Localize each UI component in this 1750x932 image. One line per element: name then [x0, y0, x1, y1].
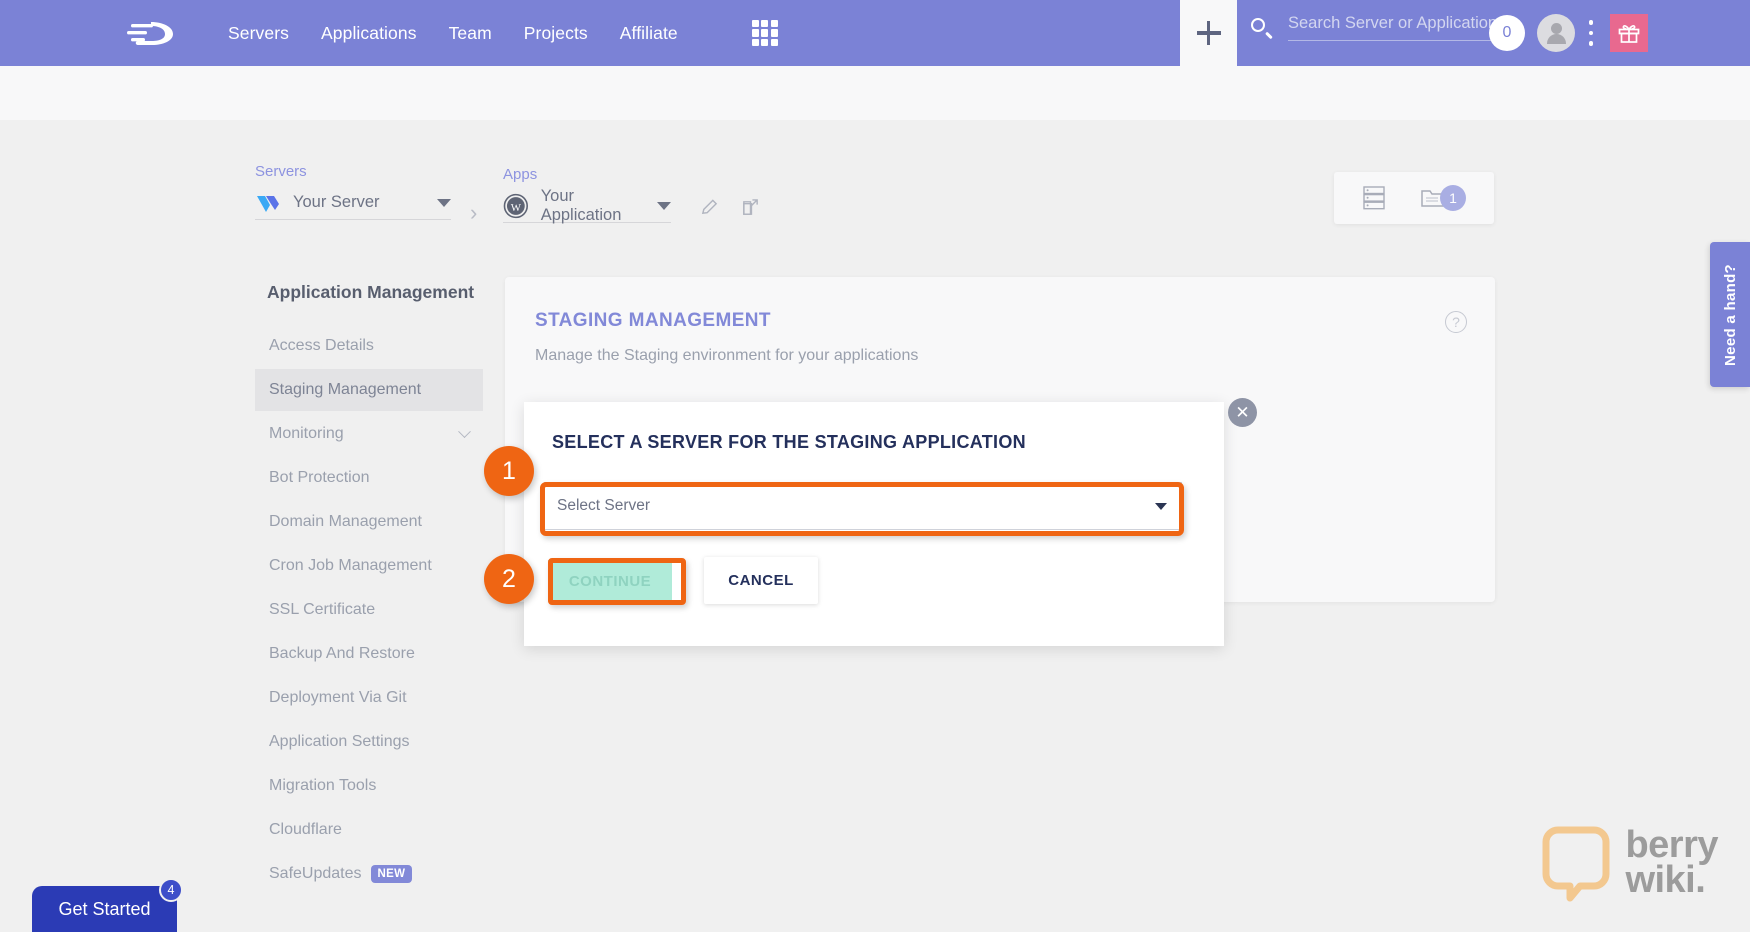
sidebar-item-domain-management[interactable]: Domain Management — [255, 501, 483, 543]
breadcrumb-actions — [700, 198, 760, 217]
gift-glyph-icon — [1618, 24, 1640, 43]
svg-text:W: W — [511, 201, 522, 213]
sidebar-item-cron-job-management[interactable]: Cron Job Management — [255, 545, 483, 587]
server-list-icon[interactable] — [1362, 185, 1386, 211]
sidebar-item-label: Migration Tools — [269, 777, 377, 794]
sidebar-item-monitoring[interactable]: Monitoring — [255, 413, 483, 455]
pencil-icon[interactable] — [700, 198, 719, 217]
get-started-label: Get Started — [58, 898, 151, 919]
server-select-dropdown[interactable]: Select Server — [544, 482, 1182, 530]
sidebar-item-ssl-certificate[interactable]: SSL Certificate — [255, 589, 483, 631]
page-title: Application Management — [267, 282, 475, 302]
berrywiki-watermark: berry wiki. — [1540, 824, 1718, 902]
question-mark-icon[interactable]: ? — [1445, 311, 1467, 333]
chevron-down-icon — [1155, 502, 1167, 510]
breadcrumb-server: Servers Your Server — [255, 163, 451, 220]
breadcrumb-app: Apps W Your Application — [503, 166, 671, 224]
sidebar-item-access-details[interactable]: Access Details — [255, 325, 483, 367]
sidebar-item-label: SSL Certificate — [269, 601, 376, 618]
sidebar-item-label: Cloudflare — [269, 821, 342, 838]
search-icon — [1250, 17, 1273, 39]
get-started-button[interactable]: Get Started 4 — [32, 878, 183, 932]
berrywiki-logo-icon — [1542, 826, 1610, 902]
sidebar-item-label: Cron Job Management — [269, 557, 432, 574]
gift-icon[interactable] — [1610, 14, 1648, 52]
breadcrumb-server-selector[interactable]: Your Server — [255, 186, 451, 220]
cloudways-logo[interactable] — [125, 13, 191, 53]
need-a-hand-tab[interactable]: Need a hand? — [1710, 242, 1750, 387]
nav-projects[interactable]: Projects — [524, 23, 588, 44]
nav-team[interactable]: Team — [449, 23, 492, 44]
card-title: STAGING MANAGEMENT — [535, 310, 771, 331]
sidebar-item-label: Deployment Via Git — [269, 689, 407, 706]
breadcrumb-separator: › — [470, 200, 478, 225]
modal-title: SELECT A SERVER FOR THE STAGING APPLICAT… — [552, 432, 1026, 452]
sidebar-item-application-settings[interactable]: Application Settings — [255, 721, 483, 763]
sidebar-item-label: Staging Management — [269, 381, 422, 398]
card-subtitle: Manage the Staging environment for your … — [535, 347, 919, 364]
sidebar-item-deployment-via-git[interactable]: Deployment Via Git — [255, 677, 483, 719]
notification-count-badge[interactable]: 0 — [1489, 15, 1525, 51]
app-root: Servers Applications Team Projects Affil… — [0, 0, 1750, 932]
status-badge: NEW — [370, 865, 413, 883]
get-started-badge: 4 — [159, 878, 183, 902]
close-x-icon: ✕ — [1235, 403, 1250, 422]
need-a-hand-label: Need a hand? — [1721, 263, 1739, 366]
nav-servers[interactable]: Servers — [228, 23, 289, 44]
external-link-icon[interactable] — [741, 198, 760, 217]
breadcrumb-app-caret-icon[interactable] — [657, 201, 671, 210]
watermark-line-2: wiki. — [1625, 859, 1706, 901]
apps-grid-icon[interactable] — [751, 20, 778, 46]
sidebar-item-staging-management[interactable]: Staging Management — [255, 369, 483, 411]
sidebar: Application Management Access Details St… — [255, 282, 483, 897]
cloudways-logo-icon — [127, 22, 173, 45]
sidebar-item-safeupdates[interactable]: SafeUpdates NEW — [255, 853, 483, 895]
nav-applications[interactable]: Applications — [321, 23, 417, 44]
breadcrumb-server-name: Your Server — [293, 193, 380, 211]
folder-count-badge: 1 — [1440, 185, 1466, 211]
breadcrumb-server-label: Servers — [255, 163, 307, 180]
more-vertical-icon[interactable] — [1588, 20, 1594, 46]
sidebar-item-label: Access Details — [269, 337, 374, 354]
watermark-line-1: berry — [1625, 823, 1718, 866]
breadcrumb-server-caret-icon[interactable] — [437, 198, 451, 207]
sidebar-item-label: Application Settings — [269, 733, 410, 750]
sidebar-item-cloudflare[interactable]: Cloudflare — [255, 809, 483, 851]
search-input[interactable] — [1288, 14, 1520, 41]
wordpress-logo-icon: W — [503, 193, 528, 218]
view-toggle-panel: 1 — [1334, 172, 1494, 224]
user-avatar-icon[interactable] — [1537, 14, 1575, 52]
annotation-step-2: 2 — [484, 554, 534, 604]
search-container — [1250, 14, 1520, 41]
top-navigation-bar: Servers Applications Team Projects Affil… — [0, 0, 1750, 66]
sidebar-item-backup-and-restore[interactable]: Backup And Restore — [255, 633, 483, 675]
server-select-value: Select Server — [557, 497, 651, 514]
vultr-logo-icon — [257, 195, 279, 212]
sidebar-item-label: Backup And Restore — [269, 645, 415, 662]
annotation-step-1: 1 — [484, 446, 534, 496]
folder-view-button[interactable]: 1 — [1420, 185, 1466, 211]
modal-close-button[interactable]: ✕ — [1228, 398, 1257, 427]
add-new-button[interactable] — [1180, 0, 1237, 66]
chevron-down-icon — [458, 424, 471, 438]
sidebar-item-bot-protection[interactable]: Bot Protection — [255, 457, 483, 499]
breadcrumb-app-selector[interactable]: W Your Application — [503, 186, 671, 224]
breadcrumb-app-label: Apps — [503, 166, 538, 183]
sidebar-item-migration-tools[interactable]: Migration Tools — [255, 765, 483, 807]
sidebar-item-label: SafeUpdates — [269, 865, 362, 882]
sidebar-item-label: Bot Protection — [269, 469, 370, 486]
sidebar-item-label: Domain Management — [269, 513, 422, 530]
sub-header-bar — [0, 66, 1750, 120]
nav-links: Servers Applications Team Projects Affil… — [228, 20, 778, 46]
select-server-modal: SELECT A SERVER FOR THE STAGING APPLICAT… — [524, 402, 1224, 646]
sidebar-item-label: Monitoring — [269, 425, 344, 442]
cancel-button[interactable]: CANCEL — [704, 557, 818, 604]
nav-affiliate[interactable]: Affiliate — [620, 23, 678, 44]
breadcrumb-app-name: Your Application — [540, 186, 622, 224]
continue-button[interactable]: CONTINUE — [548, 560, 672, 602]
